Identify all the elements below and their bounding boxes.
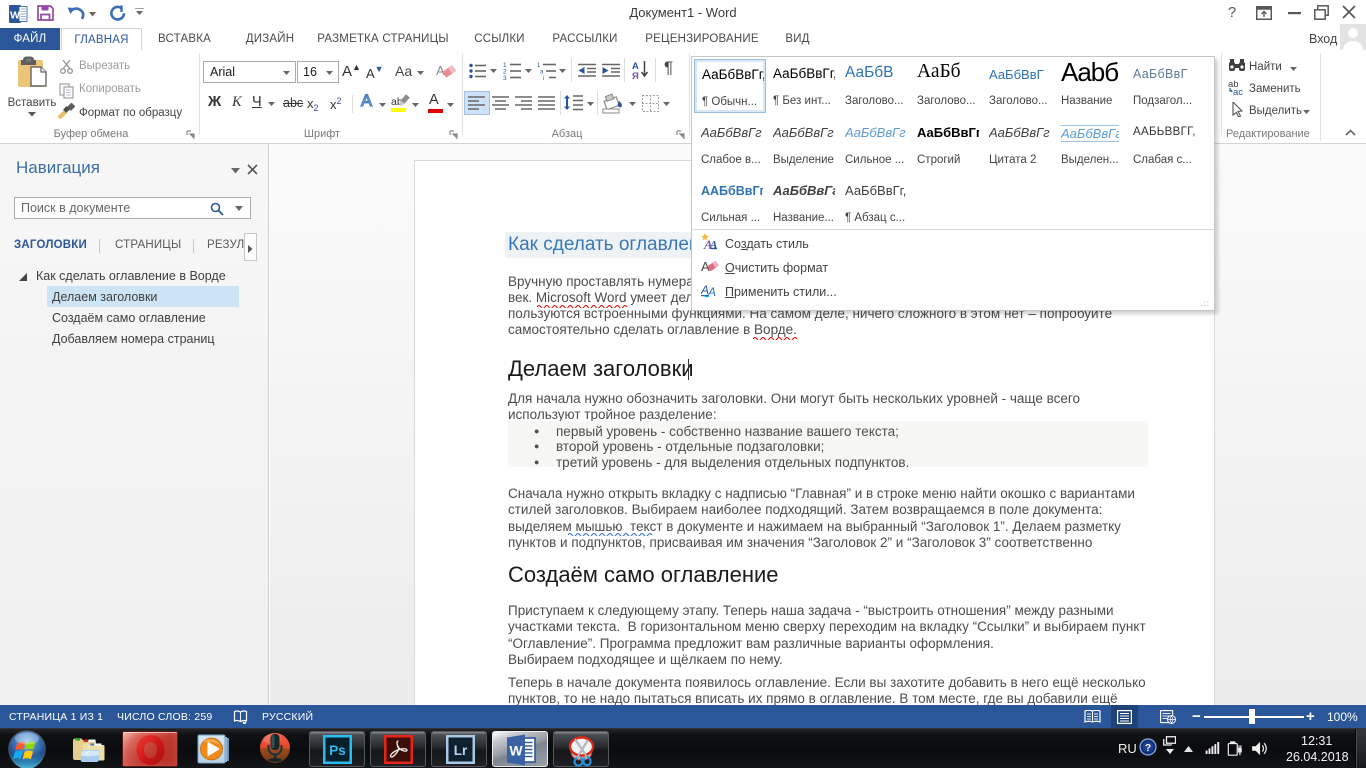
svg-text:?: ?: [1145, 743, 1151, 754]
svg-text:A: A: [436, 63, 445, 78]
svg-text:ac: ac: [1233, 87, 1243, 96]
svg-text:3: 3: [503, 75, 507, 80]
svg-text:i: i: [543, 76, 544, 80]
svg-text:A: A: [709, 239, 717, 250]
svg-text:1: 1: [537, 63, 541, 69]
svg-text:W: W: [10, 10, 20, 22]
svg-text:Lr: Lr: [454, 743, 468, 758]
svg-text:W: W: [509, 743, 523, 759]
svg-text:Ps: Ps: [329, 743, 346, 758]
svg-text:a: a: [540, 70, 544, 76]
svg-text:Я: Я: [632, 71, 639, 80]
